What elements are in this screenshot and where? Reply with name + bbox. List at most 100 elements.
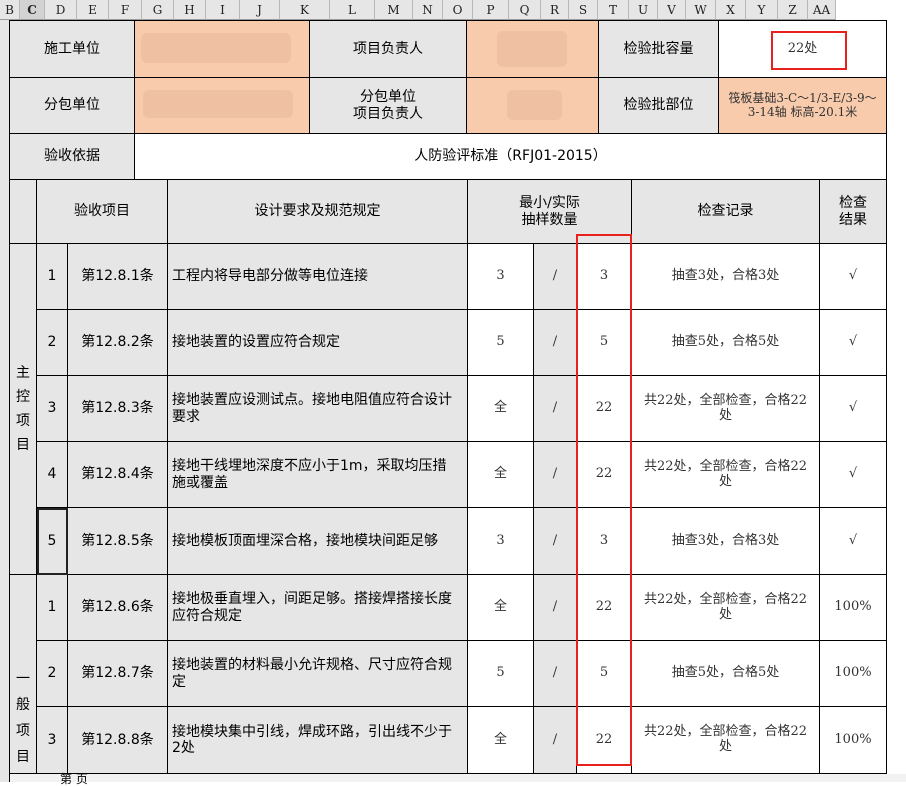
record-cell[interactable]: 共22处，全部检查，合格22处 [632, 575, 820, 641]
column-header-t[interactable]: T [598, 0, 629, 20]
row-number[interactable]: 1 [37, 575, 68, 641]
group-char: 项 [16, 722, 30, 739]
column-header-o[interactable]: O [443, 0, 473, 20]
record-cell[interactable]: 抽查5处，合格5处 [632, 641, 820, 707]
row-number[interactable]: 5 [37, 508, 68, 575]
actual-sample-cell[interactable]: 3 [577, 508, 632, 575]
record-cell[interactable]: 抽查3处，合格3处 [632, 244, 820, 310]
min-sample-cell[interactable]: 3 [468, 244, 534, 310]
min-sample-cell[interactable]: 全 [468, 707, 534, 774]
slash-cell[interactable]: / [534, 442, 577, 508]
row-number[interactable]: 3 [37, 707, 68, 774]
column-header-h[interactable]: H [174, 0, 206, 20]
slash-cell[interactable]: / [534, 376, 577, 442]
min-sample-cell[interactable]: 全 [468, 575, 534, 641]
slash-cell[interactable]: / [534, 310, 577, 376]
record-cell[interactable]: 抽查5处，合格5处 [632, 310, 820, 376]
clause-cell[interactable]: 第12.8.7条 [68, 641, 168, 707]
slash-cell[interactable]: / [534, 641, 577, 707]
column-header-r[interactable]: R [541, 0, 569, 20]
min-sample-cell[interactable]: 5 [468, 310, 534, 376]
min-sample-cell[interactable]: 3 [468, 508, 534, 575]
result-cell[interactable]: √ [820, 310, 887, 376]
clause-cell[interactable]: 第12.8.1条 [68, 244, 168, 310]
requirement-cell[interactable]: 接地干线埋地深度不应小于1m，采取均压措施或覆盖 [168, 442, 468, 508]
column-header-s[interactable]: S [569, 0, 598, 20]
result-cell[interactable]: √ [820, 376, 887, 442]
min-sample-cell[interactable]: 全 [468, 376, 534, 442]
clause-cell[interactable]: 第12.8.5条 [68, 508, 168, 575]
clause-cell[interactable]: 第12.8.4条 [68, 442, 168, 508]
record-cell[interactable]: 共22处，全部检查，合格22处 [632, 442, 820, 508]
result-cell[interactable]: √ [820, 508, 887, 575]
slash-cell[interactable]: / [534, 707, 577, 774]
subcontract-manager-label: 分包单位 项目负责人 [310, 78, 467, 134]
column-header-d[interactable]: D [45, 0, 77, 20]
subcontract-manager-value[interactable] [467, 78, 599, 134]
actual-sample-cell[interactable]: 5 [577, 641, 632, 707]
column-header-i[interactable]: I [206, 0, 240, 20]
requirement-cell[interactable]: 接地装置应设测试点。接地电阻值应符合设计要求 [168, 376, 468, 442]
min-sample-cell[interactable]: 全 [468, 442, 534, 508]
actual-sample-cell[interactable]: 22 [577, 575, 632, 641]
batch-capacity-value[interactable]: 22处 [719, 20, 887, 78]
column-header-b[interactable]: B [0, 0, 20, 20]
result-cell[interactable]: √ [820, 442, 887, 508]
actual-sample-cell[interactable]: 5 [577, 310, 632, 376]
result-cell[interactable]: 100% [820, 575, 887, 641]
record-cell[interactable]: 共22处，全部检查，合格22处 [632, 376, 820, 442]
row-number[interactable]: 2 [37, 641, 68, 707]
column-header-f[interactable]: F [109, 0, 142, 20]
column-header-k[interactable]: K [280, 0, 330, 20]
row-number[interactable]: 4 [37, 442, 68, 508]
requirement-cell[interactable]: 接地模板顶面埋深合格，接地模块间距足够 [168, 508, 468, 575]
column-header-y[interactable]: Y [746, 0, 778, 20]
clause-cell[interactable]: 第12.8.3条 [68, 376, 168, 442]
slash-cell[interactable]: / [534, 575, 577, 641]
column-header-v[interactable]: V [658, 0, 686, 20]
requirement-cell[interactable]: 接地极垂直埋入，间距足够。搭接焊搭接长度应符合规定 [168, 575, 468, 641]
column-header-c[interactable]: C [20, 0, 45, 20]
actual-sample-cell[interactable]: 3 [577, 244, 632, 310]
column-header-n[interactable]: N [413, 0, 443, 20]
actual-sample-cell[interactable]: 22 [577, 707, 632, 774]
acceptance-basis-value[interactable]: 人防验评标准（RFJ01-2015） [135, 134, 887, 180]
column-header-w[interactable]: W [686, 0, 716, 20]
column-header-q[interactable]: Q [509, 0, 541, 20]
column-header-x[interactable]: X [716, 0, 746, 20]
requirement-cell[interactable]: 工程内将导电部分做等电位连接 [168, 244, 468, 310]
construction-unit-value[interactable] [135, 20, 310, 78]
column-header-l[interactable]: L [330, 0, 375, 20]
column-header-aa[interactable]: AA [808, 0, 836, 20]
column-header-g[interactable]: G [142, 0, 174, 20]
column-header-u[interactable]: U [629, 0, 658, 20]
clause-cell[interactable]: 第12.8.2条 [68, 310, 168, 376]
min-sample-cell[interactable]: 5 [468, 641, 534, 707]
requirement-cell[interactable]: 接地装置的材料最小允许规格、尺寸应符合规定 [168, 641, 468, 707]
column-header-m[interactable]: M [375, 0, 413, 20]
requirement-cell[interactable]: 接地模块集中引线，焊成环路，引出线不少于2处 [168, 707, 468, 774]
actual-sample-cell[interactable]: 22 [577, 442, 632, 508]
slash-cell[interactable]: / [534, 244, 577, 310]
result-cell[interactable]: √ [820, 244, 887, 310]
result-cell[interactable]: 100% [820, 641, 887, 707]
project-manager-value[interactable] [467, 20, 599, 78]
row-number[interactable]: 2 [37, 310, 68, 376]
actual-sample-cell[interactable]: 22 [577, 376, 632, 442]
record-cell[interactable]: 共22处，全部检查，合格22处 [632, 707, 820, 774]
row-number[interactable]: 3 [37, 376, 68, 442]
batch-location-value[interactable]: 筏板基础3-C～1/3-E/3-9～3-14轴 标高-20.1米 [719, 78, 887, 134]
column-header-j[interactable]: J [240, 0, 280, 20]
slash-cell[interactable]: / [534, 508, 577, 575]
record-cell[interactable]: 抽查3处，合格3处 [632, 508, 820, 575]
spreadsheet[interactable]: B C D E F G H I J K L M N O P Q R S T U V W X Y Z AA 施工单位 项目负责人 检… [0, 0, 906, 786]
result-cell[interactable]: 100% [820, 707, 887, 774]
column-header-p[interactable]: P [473, 0, 509, 20]
requirement-cell[interactable]: 接地装置的设置应符合规定 [168, 310, 468, 376]
column-header-z[interactable]: Z [778, 0, 808, 20]
column-header-e[interactable]: E [77, 0, 109, 20]
clause-cell[interactable]: 第12.8.6条 [68, 575, 168, 641]
subcontract-unit-value[interactable] [135, 78, 310, 134]
clause-cell[interactable]: 第12.8.8条 [68, 707, 168, 774]
row-number[interactable]: 1 [37, 244, 68, 310]
